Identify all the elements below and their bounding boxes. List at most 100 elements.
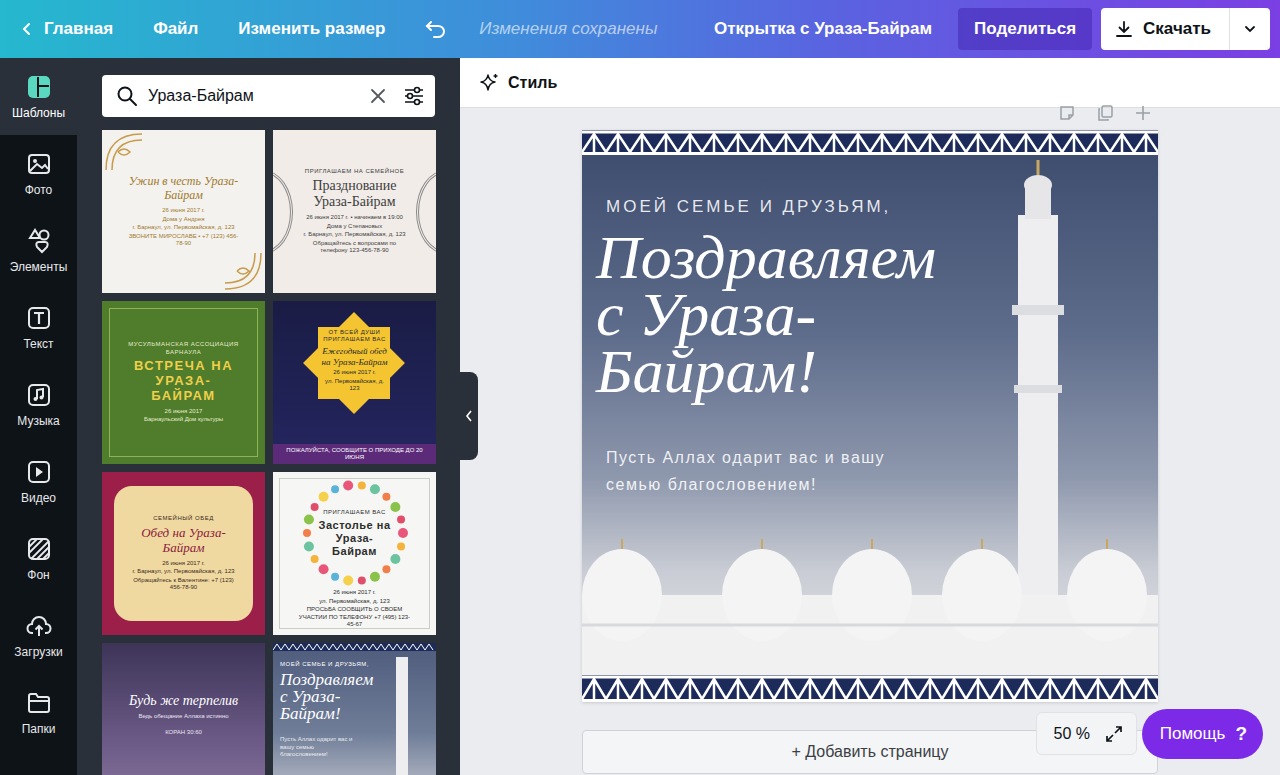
template-title: Ужин в честь Ураза-Байрам (125, 175, 243, 203)
rail-item[interactable]: Фото (0, 135, 77, 212)
template-head: ПРИГЛАШАЕМ НА СЕМЕЙНОЕ Празднование Ураз… (303, 168, 407, 210)
template-details: 26 июня 2017 г.Дома у Андреяг. Барнаул, … (125, 207, 243, 248)
template-line: 26 июня 2017 (165, 408, 203, 416)
rail-item[interactable]: Загрузки (0, 597, 77, 674)
design-heading[interactable]: Поздравляемс Ураза-Байрам! (596, 229, 1158, 400)
top-bar: Главная ФайлИзменить размер Изменения со… (0, 0, 1280, 58)
template-head: МОЕЙ СЕМЬЕ И ДРУЗЬЯМ, Поздравляем с Ураз… (280, 661, 376, 722)
template-title: Ежегодный обед на Ураза-Байрам (320, 346, 390, 367)
template-kicker: МОЕЙ СЕМЬЕ И ДРУЗЬЯМ, (280, 661, 369, 668)
workspace: Шаблоны Фото Элементы Текст Музыка Видео… (0, 58, 1280, 775)
note-icon[interactable] (1058, 104, 1076, 122)
help-button[interactable]: Помощь ? (1142, 709, 1263, 759)
search-input[interactable]: Ураза-Байрам (148, 87, 359, 105)
template-thumbnail[interactable]: Ужин в честь Ураза-Байрам 26 июня 2017 г… (102, 130, 265, 293)
template-details: 26 июня 2017 г.ул. Первомайская, д. 123 (320, 369, 390, 393)
rail-item-label: Текст (23, 337, 53, 351)
design-page[interactable]: МОЕЙ СЕМЬЕ И ДРУЗЬЯМ, Поздравляемс Ураза… (582, 130, 1158, 702)
zoom-control[interactable]: 50 % (1036, 712, 1137, 755)
template-kicker: СЕМЕЙНЫЙ ОБЕД (153, 515, 213, 522)
search-icon (116, 85, 138, 107)
rail-item[interactable]: Элементы (0, 212, 77, 289)
rail-item-label: Загрузки (14, 645, 62, 659)
template-content: ОТ ВСЕЙ ДУШИ ПРИГЛАШАЕМ ВАС Ежегодный об… (320, 329, 390, 393)
filter-icon[interactable] (403, 85, 425, 107)
template-details: 26 июня 2017 г.ул. Первомайская, д. 123П… (296, 589, 414, 629)
rail-item-label: Фото (25, 183, 53, 197)
flower-wreath-icon (300, 478, 410, 588)
rail-item-icon (26, 305, 52, 331)
minaret-shape (396, 657, 408, 775)
canvas-stage: МОЕЙ СЕМЬЕ И ДРУЗЬЯМ, Поздравляемс Ураза… (460, 108, 1280, 775)
menu-item[interactable]: Файл (153, 19, 198, 39)
template-details: 26 июня 2017Барнаульский Дом культуры (144, 408, 223, 424)
rail-item[interactable]: Текст (0, 289, 77, 366)
rail-item[interactable]: Музыка (0, 366, 77, 443)
template-thumbnail[interactable]: МОЕЙ СЕМЬЕ И ДРУЗЬЯМ, Поздравляем с Ураз… (273, 643, 436, 775)
style-button[interactable]: Стиль (480, 73, 557, 93)
template-line: 26 июня 2017 г. (333, 369, 376, 377)
template-thumbnail[interactable]: МУСУЛЬМАНСКАЯ АССОЦИАЦИЯ БАРНАУЛА ВСТРЕЧ… (102, 301, 265, 464)
help-icon: ? (1235, 723, 1247, 745)
style-label: Стиль (508, 74, 557, 92)
template-line: КОРАН 30:60 (165, 729, 202, 737)
rail-item-label: Папки (22, 722, 56, 736)
template-title: Застолье на Ураза-Байрам (316, 519, 394, 557)
expand-icon[interactable] (1104, 724, 1124, 744)
pattern-band-top (582, 130, 1158, 155)
template-line: Обращайтесь с вопросами по телефону 123-… (303, 240, 407, 255)
template-title: Обед на Ураза-Байрам (128, 526, 240, 556)
template-content: МОЕЙ СЕМЬЕ И ДРУЗЬЯМ, Поздравляем с Ураз… (280, 661, 390, 759)
template-details: Пусть Аллах одарит вас и вашу семью благ… (280, 736, 360, 759)
pattern-band (273, 643, 436, 651)
undo-icon[interactable] (425, 20, 447, 38)
template-line: 26 июня 2017 г. (333, 589, 376, 597)
rail-item-label: Фон (27, 568, 49, 582)
document-title[interactable]: Открытка с Ураза-Байрам (714, 19, 932, 39)
template-line: Обращайтесь к Валентине: +7 (123) 456-78… (128, 577, 240, 592)
template-head: ПРИГЛАШАЕМ ВАС Застолье на Ураза-Байрам (300, 478, 410, 588)
design-kicker[interactable]: МОЕЙ СЕМЬЕ И ДРУЗЬЯМ, (606, 197, 1158, 217)
collapse-panel-handle[interactable] (460, 372, 478, 460)
template-thumbnail[interactable]: СЕМЕЙНЫЙ ОБЕД Обед на Ураза-Байрам 26 ию… (102, 472, 265, 635)
template-thumbnail[interactable]: ПРИГЛАШАЕМ НА СЕМЕЙНОЕ Празднование Ураз… (273, 130, 436, 293)
download-label: Скачать (1143, 19, 1211, 39)
rail-item[interactable]: Фон (0, 520, 77, 597)
template-line: 26 июня 2017 г. (162, 560, 205, 568)
share-button[interactable]: Поделиться (958, 8, 1092, 50)
rail-item-icon (26, 151, 52, 177)
add-icon[interactable] (1134, 104, 1152, 122)
rail-item[interactable]: Видео (0, 443, 77, 520)
mandala-ornament (273, 170, 293, 254)
rail-item[interactable]: Шаблоны (0, 58, 77, 135)
template-details: Ведь обещание Аллаха истинноКОРАН 30:60 (138, 713, 228, 736)
rail-item[interactable]: Папки (0, 674, 77, 751)
search-field[interactable]: Ураза-Байрам (102, 75, 435, 117)
download-options[interactable] (1229, 8, 1270, 50)
template-content: Будь же терпелив Ведь обещание Аллаха ис… (125, 693, 243, 736)
template-title: Поздравляем с Ураза-Байрам! (280, 671, 376, 722)
template-details: 26 июня 2017 г. • начинаем в 19:00Дома у… (303, 214, 407, 255)
template-content: СЕМЕЙНЫЙ ОБЕД Обед на Ураза-Байрам 26 ию… (128, 515, 240, 591)
template-line: ПРОСЬБА СООБЩИТЬ О СВОЕМ УЧАСТИИ ПО ТЕЛЕ… (296, 606, 414, 629)
template-line: Дома у Андрея (162, 216, 204, 224)
template-line: ул. Первомайская, д. 123 (320, 378, 390, 393)
template-line: Дома у Степановых (327, 223, 382, 231)
design-blessing[interactable]: Пусть Аллах одарит вас и вашу семью благ… (606, 444, 936, 498)
rail-item-icon (26, 690, 52, 716)
rail-item-label: Музыка (17, 414, 59, 428)
template-head: Ужин в честь Ураза-Байрам (125, 175, 243, 203)
template-thumbnail[interactable]: ОТ ВСЕЙ ДУШИ ПРИГЛАШАЕМ ВАС Ежегодный об… (273, 301, 436, 464)
template-thumbnail[interactable]: ПРИГЛАШАЕМ ВАС Застолье на Ураза-Байрам … (273, 472, 436, 635)
template-line: 26 июня 2017 г. • начинаем в 19:00 (306, 214, 403, 222)
template-title: ВСТРЕЧА НА УРАЗА-БАЙРАМ (125, 359, 243, 404)
download-button[interactable]: Скачать (1101, 8, 1270, 50)
clear-icon[interactable] (369, 87, 387, 105)
template-thumbnail[interactable]: Будь же терпелив Ведь обещание Аллаха ис… (102, 643, 265, 775)
download-main[interactable]: Скачать (1101, 8, 1229, 50)
home-link[interactable]: Главная (20, 19, 113, 39)
menu-item[interactable]: Изменить размер (238, 19, 385, 39)
duplicate-icon[interactable] (1096, 104, 1114, 122)
template-head: ОТ ВСЕЙ ДУШИ ПРИГЛАШАЕМ ВАС Ежегодный об… (320, 329, 390, 367)
template-details: 26 июня 2017 г.г. Барнаул, ул. Первомайс… (128, 560, 240, 592)
